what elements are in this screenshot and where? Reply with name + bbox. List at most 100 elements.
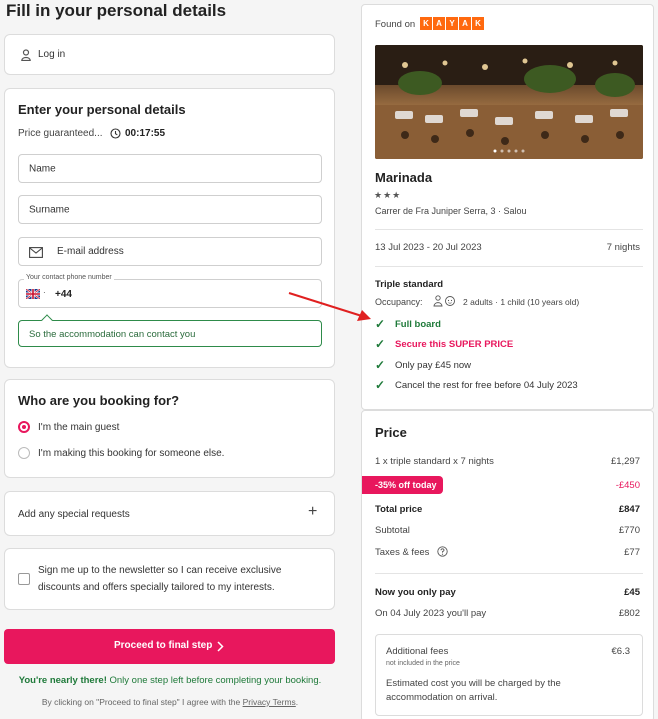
check-icon: ✓ — [375, 337, 386, 351]
nearly-there-rest: Only one step left before completing you… — [109, 675, 322, 686]
booking-for-heading: Who are you booking for? — [18, 393, 180, 408]
chevron-right-icon — [217, 641, 224, 652]
radio-dot — [22, 425, 26, 429]
discount-badge: -35% off today — [362, 476, 443, 494]
hotel-name: Marinada — [375, 170, 433, 185]
divider — [375, 266, 643, 267]
pay-later-label: On 04 July 2023 you'll pay — [375, 608, 487, 619]
fees-note-2: accommodation on arrival. — [386, 692, 498, 703]
email-field[interactable]: E-mail address — [18, 237, 322, 266]
surname-field[interactable]: Surname — [18, 195, 322, 224]
room-type: Triple standard — [375, 279, 444, 290]
total-label: Total price — [375, 504, 423, 515]
stay-nights: 7 nights — [606, 242, 640, 253]
special-requests-label: Add any special requests — [18, 509, 130, 520]
terms-line: By clicking on "Proceed to final step" I… — [0, 697, 340, 707]
room-line: 1 x triple standard x 7 nights — [375, 456, 494, 467]
special-requests-card[interactable]: Add any special requests + — [4, 491, 335, 536]
feature-super-price: Secure this SUPER PRICE — [395, 339, 514, 350]
plus-icon[interactable]: + — [308, 503, 317, 521]
divider — [375, 573, 643, 574]
terms-prefix: By clicking on "Proceed to final step" I… — [41, 697, 241, 707]
newsletter-line2: discounts and offers specially tailored … — [38, 582, 275, 593]
discount-value: -£450 — [615, 480, 640, 491]
login-card[interactable]: Log in — [4, 34, 335, 75]
annotation-arrow — [288, 292, 371, 321]
fees-title: Additional fees — [386, 646, 449, 657]
phone-field[interactable]: Your contact phone number · +44 — [18, 274, 322, 308]
kayak-letter: Y — [446, 17, 458, 30]
price-card: Price 1 x triple standard x 7 nights £1,… — [361, 410, 654, 719]
main-guest-label: I'm the main guest — [38, 422, 120, 433]
country-dropdown-icon[interactable]: · — [43, 288, 46, 297]
kayak-letter: K — [472, 17, 484, 30]
help-icon[interactable] — [437, 546, 448, 557]
feature-full-board: Full board — [395, 319, 441, 330]
newsletter-checkbox[interactable] — [18, 573, 30, 585]
hotel-photo-art — [375, 45, 643, 159]
newsletter-line1: Sign me up to the newsletter so I can re… — [38, 565, 282, 576]
check-icon: ✓ — [375, 378, 386, 392]
someone-else-label: I'm making this booking for someone else… — [38, 448, 225, 459]
hotel-summary-card: Found on K A Y A K Marinada ★★★ Carrer d… — [361, 4, 654, 410]
name-placeholder: Name — [29, 163, 56, 174]
email-placeholder: E-mail address — [57, 246, 124, 257]
phone-code: +44 — [55, 289, 72, 300]
total-value: £847 — [618, 504, 640, 515]
login-label: Log in — [38, 49, 66, 60]
check-icon: ✓ — [375, 358, 386, 372]
subtotal-label: Subtotal — [375, 525, 410, 536]
fees-note-1: Estimated cost you will be charged by th… — [386, 678, 561, 689]
room-value: £1,297 — [610, 456, 640, 467]
name-field[interactable]: Name — [18, 154, 322, 183]
kayak-letter: A — [459, 17, 471, 30]
proceed-label: Proceed to final step — [114, 640, 213, 651]
hotel-photo[interactable] — [375, 45, 643, 159]
kayak-letter: A — [433, 17, 445, 30]
subtotal-value: £770 — [618, 525, 640, 536]
privacy-terms-link[interactable]: Privacy Terms — [243, 697, 296, 707]
hotel-stars: ★★★ — [374, 190, 402, 200]
pay-later-value: £802 — [618, 608, 640, 619]
fees-subtitle: not included in the price — [386, 660, 460, 667]
nearly-there-bold: You're nearly there! — [18, 675, 107, 686]
surname-placeholder: Surname — [29, 204, 70, 215]
found-on-label: Found on — [375, 19, 416, 30]
user-icon — [21, 49, 31, 62]
newsletter-card: Sign me up to the newsletter so I can re… — [4, 548, 335, 610]
nearly-there-line: You're nearly there! Only one step left … — [0, 675, 340, 686]
booking-for-card: Who are you booking for? I'm the main gu… — [4, 379, 335, 478]
countdown-timer: 00:17:55 — [125, 128, 166, 139]
pay-now-label: Now you only pay — [375, 587, 456, 598]
kayak-logo: K A Y A K — [420, 17, 484, 30]
pay-now-value: £45 — [624, 587, 640, 598]
discount-badge-text: -35% off today — [375, 480, 437, 490]
page-title: Fill in your personal details — [6, 1, 227, 20]
main-guest-radio[interactable] — [18, 421, 30, 433]
someone-else-radio[interactable] — [18, 447, 30, 459]
kayak-letter: K — [420, 17, 432, 30]
proceed-button[interactable]: Proceed to final step — [4, 629, 335, 664]
feature-free-cancel: Cancel the rest for free before 04 July … — [395, 380, 578, 391]
occupancy-value: 2 adults · 1 child (10 years old) — [463, 297, 580, 307]
feature-pay-now: Only pay £45 now — [395, 360, 472, 371]
price-guaranteed-text: Price guaranteed... — [18, 128, 103, 139]
clock-icon — [110, 128, 121, 139]
price-heading: Price — [375, 425, 407, 440]
fees-value: €6.3 — [611, 646, 631, 657]
additional-fees-box: Additional fees not included in the pric… — [375, 634, 643, 716]
taxes-label: Taxes & fees — [375, 547, 430, 558]
stay-dates: 13 Jul 2023 - 20 Jul 2023 — [375, 242, 482, 253]
occupancy-label: Occupancy: — [375, 297, 423, 307]
divider — [375, 229, 643, 230]
terms-suffix: . — [295, 697, 299, 707]
hotel-address: Carrer de Fra Juniper Serra, 3 · Salou — [375, 206, 527, 216]
phone-hint: So the accommodation can contact you — [18, 314, 322, 347]
phone-label: Your contact phone number — [24, 274, 114, 281]
personal-details-heading: Enter your personal details — [18, 102, 186, 117]
envelope-icon — [29, 247, 43, 258]
phone-hint-text: So the accommodation can contact you — [29, 329, 196, 340]
uk-flag-icon[interactable] — [25, 288, 41, 300]
taxes-value: £77 — [624, 547, 640, 558]
guests-icon — [433, 295, 457, 307]
